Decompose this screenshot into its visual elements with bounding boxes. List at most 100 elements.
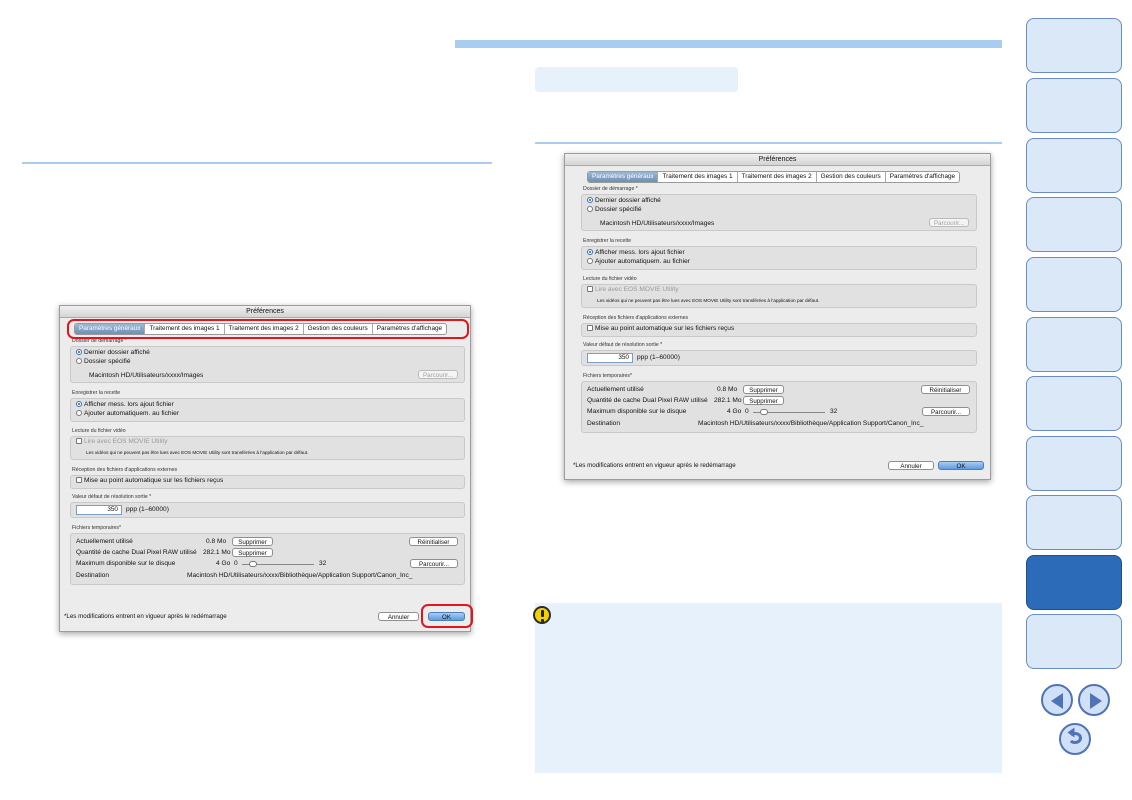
checkbox-autofocus-received[interactable]: Mise au point automatique sur les fichie… bbox=[76, 477, 223, 484]
resolution-unit: ppp (1–60000) bbox=[637, 354, 680, 361]
startup-path: Macintosh HD/Utilisateurs/xxxx/Images bbox=[89, 372, 204, 379]
radio-on-icon bbox=[587, 249, 593, 256]
delete-cache-button[interactable]: Supprimer bbox=[232, 548, 273, 557]
temp-max-label: Maximum disponible sur le disque bbox=[76, 560, 176, 567]
startup-label: Dossier de démarrage * bbox=[583, 186, 638, 192]
checkbox-autofocus-received[interactable]: Mise au point automatique sur les fichie… bbox=[587, 325, 734, 332]
disk-slider-knob[interactable] bbox=[249, 561, 257, 567]
checkbox-icon bbox=[76, 438, 82, 445]
ok-highlight bbox=[421, 604, 473, 628]
resolution-input[interactable]: 350 bbox=[587, 353, 633, 363]
resolution-input[interactable]: 350 bbox=[76, 505, 122, 515]
startup-browse-button[interactable]: Parcourir... bbox=[929, 218, 969, 227]
radio-off-icon bbox=[587, 206, 593, 213]
temp-max-value: 4 Go bbox=[216, 560, 231, 567]
radio-last-folder[interactable]: Dernier dossier affiché bbox=[76, 349, 150, 356]
nav-tab-11[interactable] bbox=[1026, 614, 1122, 669]
checkbox-movie-utility[interactable]: Lire avec EOS MOVIE Utility bbox=[76, 438, 168, 445]
caution-box bbox=[535, 603, 1002, 773]
next-page-icon bbox=[1090, 693, 1102, 709]
temp-max-label: Maximum disponible sur le disque bbox=[587, 408, 687, 415]
startup-path: Macintosh HD/Utilisateurs/xxxx/Images bbox=[600, 220, 715, 227]
temp-browse-button[interactable]: Parcourir... bbox=[410, 559, 458, 568]
nav-tab-8[interactable] bbox=[1026, 436, 1122, 491]
temp-cache-label: Quantité de cache Dual Pixel RAW utilisé bbox=[587, 397, 708, 404]
temp-cache-value: 282.1 Mo bbox=[714, 397, 742, 404]
temp-cache-value: 282.1 Mo bbox=[203, 549, 231, 556]
radio-last-folder[interactable]: Dernier dossier affiché bbox=[587, 197, 661, 204]
temp-label: Fichiers temporaires* bbox=[72, 525, 122, 531]
previous-page-button[interactable] bbox=[1041, 684, 1073, 716]
disk-slider-knob[interactable] bbox=[760, 409, 768, 415]
video-note: Les vidéos qui ne peuvent pas être lues … bbox=[86, 450, 309, 455]
radio-specified-folder[interactable]: Dossier spécifié bbox=[76, 358, 131, 365]
temp-current-label: Actuellement utilisé bbox=[587, 386, 644, 393]
return-arrow-head bbox=[1067, 727, 1075, 738]
dialog-title: Préférences bbox=[60, 306, 470, 318]
cancel-button[interactable]: Annuler bbox=[378, 612, 419, 621]
resolution-unit: ppp (1–60000) bbox=[126, 506, 169, 513]
section-header-bar bbox=[455, 40, 1002, 48]
temp-cache-label: Quantité de cache Dual Pixel RAW utilisé bbox=[76, 549, 197, 556]
radio-auto-add[interactable]: Ajouter automatiquem. au fichier bbox=[76, 410, 179, 417]
radio-specified-folder[interactable]: Dossier spécifié bbox=[587, 206, 642, 213]
resolution-label: Valeur défaut de résolution sortie * bbox=[583, 342, 663, 348]
step-heading-block bbox=[535, 67, 738, 92]
recipe-label: Enregistrer la recette bbox=[72, 390, 121, 396]
return-button[interactable] bbox=[1059, 723, 1091, 755]
nav-tab-10-active[interactable] bbox=[1026, 555, 1122, 610]
external-label: Réception des fichiers d'applications ex… bbox=[583, 315, 689, 321]
video-label: Lecture du fichier vidéo bbox=[583, 276, 637, 282]
radio-off-icon bbox=[587, 258, 593, 265]
nav-tab-5[interactable] bbox=[1026, 257, 1122, 312]
tab-display[interactable]: Paramètres d'affichage bbox=[886, 172, 959, 182]
ok-button[interactable]: OK bbox=[938, 461, 984, 470]
preferences-dialog-left: Préférences Paramètres généraux Traiteme… bbox=[59, 305, 471, 632]
temp-browse-button[interactable]: Parcourir... bbox=[922, 407, 970, 416]
radio-on-icon bbox=[587, 197, 593, 204]
video-label: Lecture du fichier vidéo bbox=[72, 428, 126, 434]
tab-general[interactable]: Paramètres généraux bbox=[588, 172, 659, 182]
video-note: Les vidéos qui ne peuvent pas être lues … bbox=[597, 298, 820, 303]
checkbox-icon bbox=[76, 477, 82, 484]
slider-max-label: 32 bbox=[830, 408, 838, 415]
radio-on-icon bbox=[76, 349, 82, 356]
temp-current-value: 0.8 Mo bbox=[206, 538, 227, 545]
radio-off-icon bbox=[76, 358, 82, 365]
slider-min-label: 0 bbox=[745, 408, 749, 415]
checkbox-movie-utility[interactable]: Lire avec EOS MOVIE Utility bbox=[587, 286, 679, 293]
delete-cache-button[interactable]: Supprimer bbox=[743, 396, 784, 405]
temp-current-value: 0.8 Mo bbox=[717, 386, 738, 393]
slider-max-label: 32 bbox=[319, 560, 327, 567]
reset-button[interactable]: Réinitialiser bbox=[921, 385, 970, 394]
tab-processing-2[interactable]: Traitement des images 2 bbox=[738, 172, 817, 182]
next-page-button[interactable] bbox=[1078, 684, 1110, 716]
temp-current-label: Actuellement utilisé bbox=[76, 538, 133, 545]
tabs-highlight bbox=[67, 319, 469, 339]
temp-dest-label: Destination bbox=[587, 420, 620, 427]
divider-right bbox=[535, 142, 1002, 144]
tab-color[interactable]: Gestion des couleurs bbox=[817, 172, 886, 182]
radio-on-icon bbox=[76, 401, 82, 408]
radio-show-message[interactable]: Afficher mess. lors ajout fichier bbox=[76, 401, 174, 408]
nav-tab-1[interactable] bbox=[1026, 18, 1122, 73]
tab-processing-1[interactable]: Traitement des images 1 bbox=[658, 172, 738, 182]
nav-tab-4[interactable] bbox=[1026, 197, 1122, 252]
delete-temp-button[interactable]: Supprimer bbox=[232, 537, 273, 546]
slider-min-label: 0 bbox=[234, 560, 238, 567]
radio-show-message[interactable]: Afficher mess. lors ajout fichier bbox=[587, 249, 685, 256]
nav-tab-3[interactable] bbox=[1026, 138, 1122, 193]
dialog-title: Préférences bbox=[565, 154, 990, 166]
external-label: Réception des fichiers d'applications ex… bbox=[72, 467, 178, 473]
radio-auto-add[interactable]: Ajouter automatiquem. au fichier bbox=[587, 258, 690, 265]
startup-browse-button[interactable]: Parcourir... bbox=[418, 370, 458, 379]
nav-tab-6[interactable] bbox=[1026, 317, 1122, 372]
reset-button[interactable]: Réinitialiser bbox=[409, 537, 458, 546]
nav-tab-2[interactable] bbox=[1026, 78, 1122, 133]
nav-tab-9[interactable] bbox=[1026, 495, 1122, 550]
delete-temp-button[interactable]: Supprimer bbox=[743, 385, 784, 394]
cancel-button[interactable]: Annuler bbox=[888, 461, 934, 470]
nav-tab-7[interactable] bbox=[1026, 376, 1122, 431]
footnote: *Les modifications entrent en vigueur ap… bbox=[64, 613, 227, 620]
checkbox-icon bbox=[587, 286, 593, 293]
